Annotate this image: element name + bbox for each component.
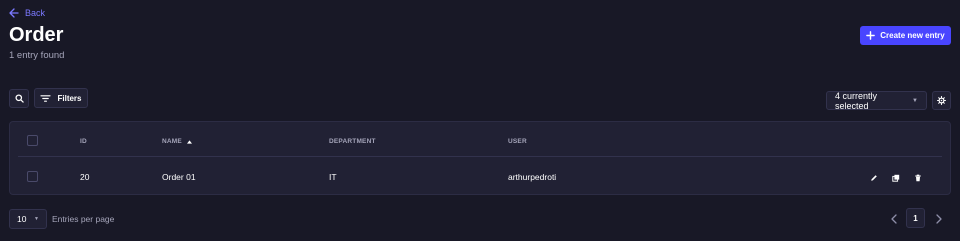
displayed-columns-value: 4 currently selected: [835, 90, 878, 111]
header-divider: [18, 156, 942, 157]
chevron-left-icon: [891, 214, 897, 224]
pencil-icon: [870, 174, 877, 181]
back-link[interactable]: Back: [9, 8, 45, 18]
delete-button[interactable]: [912, 172, 923, 183]
cell-id: 20: [80, 172, 90, 182]
arrow-left-icon: [9, 8, 19, 18]
column-header-name[interactable]: NAME: [162, 138, 192, 145]
column-header-department[interactable]: DEPARTMENT: [329, 138, 376, 145]
page-size-label: Entries per page: [52, 214, 115, 224]
settings-button[interactable]: [932, 91, 951, 110]
page-size-select[interactable]: 10 ▼: [9, 209, 47, 229]
edit-button[interactable]: [868, 172, 879, 183]
search-icon: [14, 94, 24, 103]
entry-count: 1 entry found: [9, 50, 65, 61]
gear-icon: [937, 96, 946, 105]
select-all-checkbox[interactable]: [27, 135, 38, 146]
page-number-button[interactable]: 1: [906, 208, 925, 228]
chevron-right-icon: [936, 214, 942, 224]
caret-down-icon: ▼: [912, 97, 918, 104]
create-new-entry-button[interactable]: Create new entry: [860, 26, 951, 45]
column-header-name-label: NAME: [162, 138, 182, 145]
column-header-user[interactable]: USER: [508, 138, 527, 145]
displayed-columns-select[interactable]: 4 currently selected ▼: [826, 90, 927, 111]
column-header-id[interactable]: ID: [80, 138, 87, 145]
plus-icon: [866, 31, 876, 40]
cell-name: Order 01: [162, 172, 196, 182]
search-button[interactable]: [9, 89, 29, 108]
cell-department: IT: [329, 172, 337, 182]
trash-icon: [914, 174, 921, 181]
sort-up-icon: [186, 139, 192, 144]
create-new-entry-label: Create new entry: [880, 31, 945, 40]
duplicate-icon: [891, 174, 899, 182]
filter-icon: [40, 94, 52, 102]
page-size-value: 10: [17, 214, 27, 224]
back-label: Back: [25, 8, 46, 18]
duplicate-button[interactable]: [890, 172, 901, 183]
filters-button[interactable]: Filters: [34, 88, 88, 108]
caret-down-icon: ▼: [34, 216, 39, 222]
filters-label: Filters: [57, 93, 82, 103]
previous-page-button[interactable]: [886, 209, 902, 229]
cell-user: arthurpedroti: [508, 172, 557, 182]
next-page-button[interactable]: [931, 209, 947, 229]
page-title: Order: [9, 24, 64, 46]
entries-table: ID NAME DEPARTMENT USER 20 Order 01 IT a…: [9, 121, 951, 195]
row-checkbox[interactable]: [27, 171, 38, 182]
